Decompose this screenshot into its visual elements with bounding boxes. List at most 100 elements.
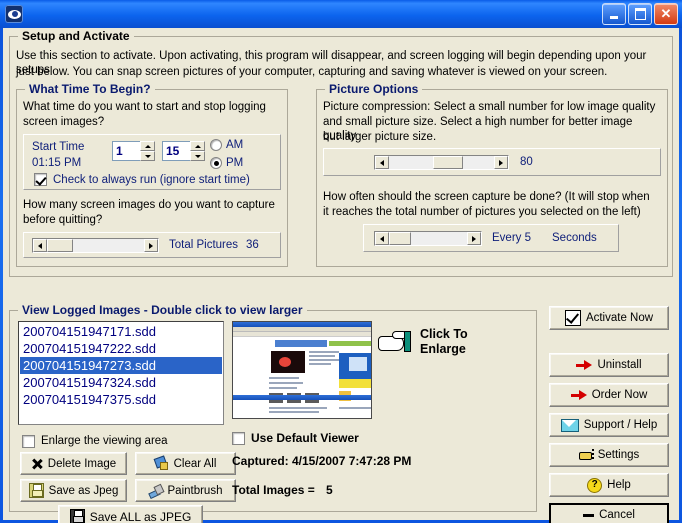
setup-description-line2: just below. You can snap screen pictures… (16, 66, 608, 78)
activate-label: Activate Now (585, 312, 654, 324)
setup-and-activate-group: Setup and Activate Use this section to a… (9, 29, 673, 277)
dash-icon (583, 513, 595, 517)
list-item[interactable]: 200704151947222.sdd (20, 340, 222, 357)
close-button[interactable]: ✕ (654, 3, 678, 25)
maximize-button[interactable] (628, 3, 652, 25)
total-pictures-label: Total Pictures (169, 239, 239, 251)
enlarge-label: Enlarge the viewing area (41, 435, 168, 447)
compression-thumb[interactable] (433, 156, 463, 169)
time-group-title: What Time To Begin? (25, 82, 155, 96)
enlarge-viewing-area-checkbox[interactable]: Enlarge the viewing area (22, 434, 168, 448)
list-item[interactable]: 200704151947324.sdd (20, 374, 222, 391)
support-help-button[interactable]: Support / Help (549, 413, 669, 437)
compression-slider[interactable] (374, 155, 509, 170)
start-time-value: 01:15 PM (32, 157, 82, 169)
total-pictures-value: 36 (246, 239, 259, 251)
paintbrush-label: Paintbrush (167, 484, 223, 497)
cancel-button[interactable]: Cancel (549, 503, 669, 523)
minute-up-icon[interactable] (190, 141, 205, 151)
minute-stepper[interactable]: 15 (162, 141, 205, 161)
delete-image-button[interactable]: Delete Image (20, 452, 127, 475)
slider-track[interactable] (47, 239, 144, 252)
eye-icon (5, 5, 23, 23)
save-jpeg-label: Save as Jpeg (48, 484, 119, 497)
frequency-thumb[interactable] (389, 232, 411, 245)
pm-radio-icon (210, 157, 222, 169)
hour-stepper[interactable]: 1 (112, 141, 155, 161)
clear-all-label: Clear All (173, 457, 217, 470)
settings-button[interactable]: Settings (549, 443, 669, 467)
am-radio[interactable]: AM (210, 139, 243, 151)
enlarge-check-icon (22, 434, 35, 448)
list-item[interactable]: 200704151947273.sdd (20, 357, 222, 374)
logged-group-title: View Logged Images - Double click to vie… (18, 303, 307, 317)
hour-value[interactable]: 1 (112, 141, 140, 161)
paintbrush-icon (149, 485, 163, 497)
start-time-panel: Start Time 01:15 PM 1 15 AM PM Check to … (23, 134, 281, 190)
floppy-icon (28, 483, 44, 498)
click-enlarge-line2: Enlarge (420, 342, 466, 356)
total-images-label: Total Images = (232, 483, 315, 497)
settings-label: Settings (597, 449, 640, 461)
picture-group-title: Picture Options (325, 82, 423, 96)
pointing-hand-icon (378, 329, 412, 355)
support-label: Support / Help (583, 419, 658, 431)
slider-left-arrow-icon[interactable] (33, 239, 47, 252)
capture-question-line1: How many screen images do you want to ca… (23, 199, 275, 211)
what-time-to-begin-group: What Time To Begin? What time do you wan… (16, 82, 288, 267)
picture-options-group: Picture Options Picture compression: Sel… (316, 82, 668, 267)
window-controls: ✕ (602, 3, 682, 25)
frequency-panel: Every 5 Seconds (363, 224, 619, 252)
list-item[interactable]: 200704151947375.sdd (20, 391, 222, 408)
hour-down-icon[interactable] (140, 151, 155, 161)
activate-now-button[interactable]: Activate Now (549, 306, 669, 330)
frequency-line1: How often should the screen capture be d… (323, 191, 650, 203)
paintbrush-button[interactable]: Paintbrush (135, 479, 236, 502)
slider-right-arrow-icon[interactable] (144, 239, 158, 252)
help-button[interactable]: ? Help (549, 473, 669, 497)
checkmark-icon (564, 310, 581, 326)
click-enlarge-line1: Click To (420, 327, 468, 341)
arrow-right-icon (576, 360, 593, 370)
frequency-right-arrow-icon[interactable] (467, 232, 481, 245)
view-logged-images-group: View Logged Images - Double click to vie… (9, 303, 537, 523)
save-as-jpeg-button[interactable]: Save as Jpeg (20, 479, 127, 502)
frequency-slider[interactable] (374, 231, 482, 246)
help-label: Help (607, 479, 631, 491)
always-run-label: Check to always run (ignore start time) (53, 173, 250, 186)
preview-thumbnail[interactable] (232, 321, 372, 419)
always-run-checkbox[interactable]: Check to always run (ignore start time) (34, 173, 250, 186)
eraser-icon (155, 457, 169, 470)
frequency-track[interactable] (389, 232, 467, 245)
clear-all-button[interactable]: Clear All (135, 452, 236, 475)
hand-pointer-icon (578, 449, 594, 461)
time-question-line2: screen images? (23, 116, 105, 128)
compression-track[interactable] (389, 156, 494, 169)
every-label: Every 5 (492, 232, 531, 244)
compression-right-arrow-icon[interactable] (494, 156, 508, 169)
order-now-button[interactable]: Order Now (549, 383, 669, 407)
list-item[interactable]: 200704151947171.sdd (20, 323, 222, 340)
capture-question-line2: before quitting? (23, 214, 103, 226)
frequency-left-arrow-icon[interactable] (375, 232, 389, 245)
delete-image-label: Delete Image (47, 457, 117, 470)
seconds-label: Seconds (552, 232, 597, 244)
save-all-as-jpeg-button[interactable]: Save ALL as JPEG (58, 505, 203, 523)
arrow-right-icon (570, 390, 587, 400)
uninstall-button[interactable]: Uninstall (549, 353, 669, 377)
total-pictures-panel: Total Pictures 36 (23, 232, 281, 258)
setup-group-title: Setup and Activate (18, 29, 134, 43)
compression-line1: Picture compression: Select a small numb… (323, 101, 656, 113)
logged-files-listbox[interactable]: 200704151947171.sdd 200704151947222.sdd … (18, 321, 224, 425)
hour-up-icon[interactable] (140, 141, 155, 151)
slider-thumb[interactable] (47, 239, 73, 252)
compression-left-arrow-icon[interactable] (375, 156, 389, 169)
total-pictures-slider[interactable] (32, 238, 159, 253)
compression-line3: but larger picture size. (323, 131, 437, 143)
minimize-button[interactable] (602, 3, 626, 25)
use-default-viewer-checkbox[interactable]: Use Default Viewer (232, 431, 359, 445)
minute-down-icon[interactable] (190, 151, 205, 161)
pm-radio[interactable]: PM (210, 157, 243, 169)
close-icon: ✕ (660, 6, 672, 21)
minute-value[interactable]: 15 (162, 141, 190, 161)
